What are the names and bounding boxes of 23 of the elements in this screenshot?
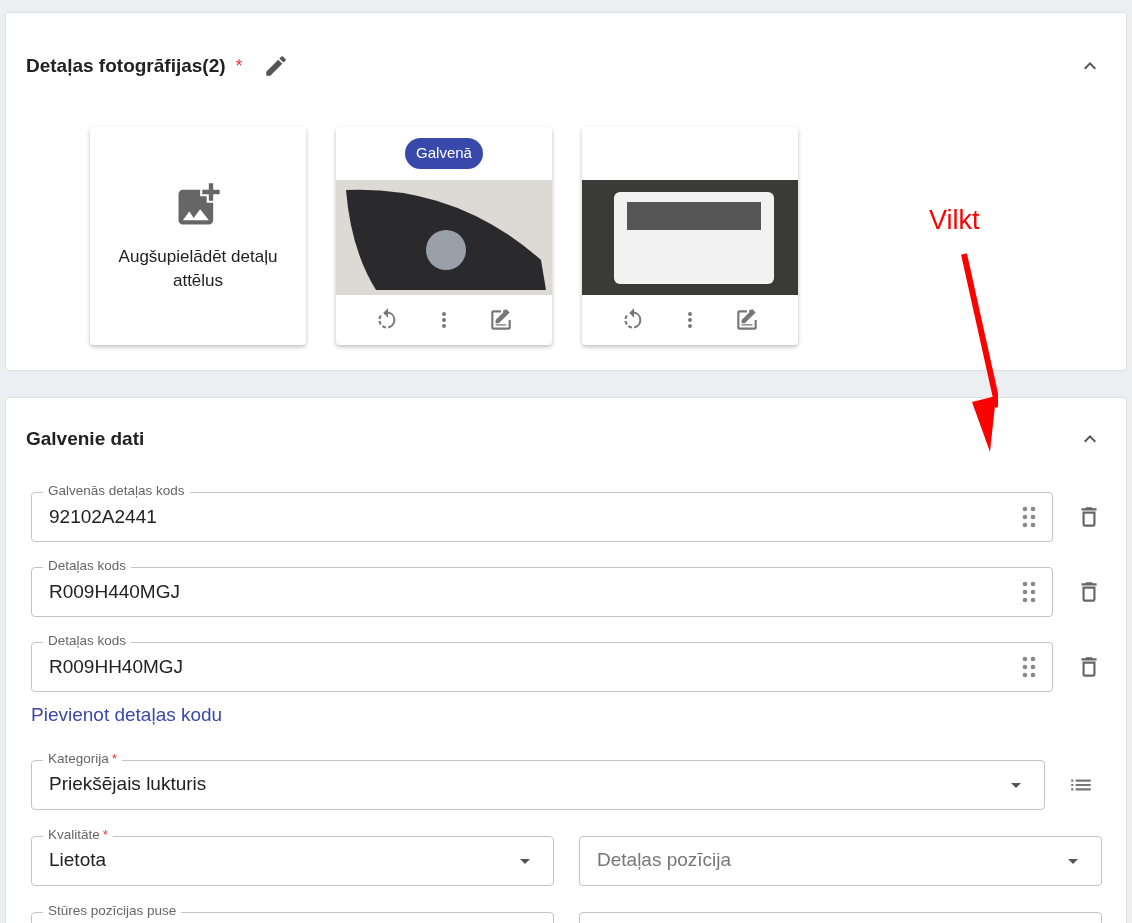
field-value: R009H440MGJ: [49, 579, 181, 604]
drag-handle-icon[interactable]: [1022, 581, 1036, 603]
drag-handle-icon[interactable]: [1022, 506, 1036, 528]
annotation-text: Vilkt: [929, 204, 980, 237]
edit-image-icon[interactable]: [488, 307, 514, 333]
photo-card[interactable]: [582, 127, 798, 345]
drag-handle-icon[interactable]: [1022, 656, 1036, 678]
edit-image-icon[interactable]: [734, 307, 760, 333]
section-title: Detaļas fotogrāfijas(2): [26, 53, 226, 78]
main-photo-badge: Galvenā: [405, 138, 483, 169]
input-field[interactable]: Detaļas pozīcija: [579, 835, 1102, 886]
photo-card[interactable]: Galvenā: [336, 127, 552, 345]
field-value: R009HH40MGJ: [49, 654, 185, 679]
upload-card[interactable]: Augšupielādēt detaļu attēlus: [90, 127, 306, 345]
required-mark: *: [235, 54, 243, 78]
field-placeholder: Detaļas pozīcija: [597, 848, 733, 873]
upload-label: Augšupielādēt detaļu attēlus: [117, 246, 279, 292]
field-value: 92102A2441: [49, 504, 158, 529]
section-title: Galvenie dati: [26, 426, 145, 451]
field-value: Lietota: [49, 848, 108, 873]
add-code-link[interactable]: Pievienot detaļas kodu: [31, 701, 223, 730]
field-value: Priekšējais lukturis: [49, 772, 208, 797]
field-label: Stūres pozīcijas puse: [48, 902, 177, 919]
